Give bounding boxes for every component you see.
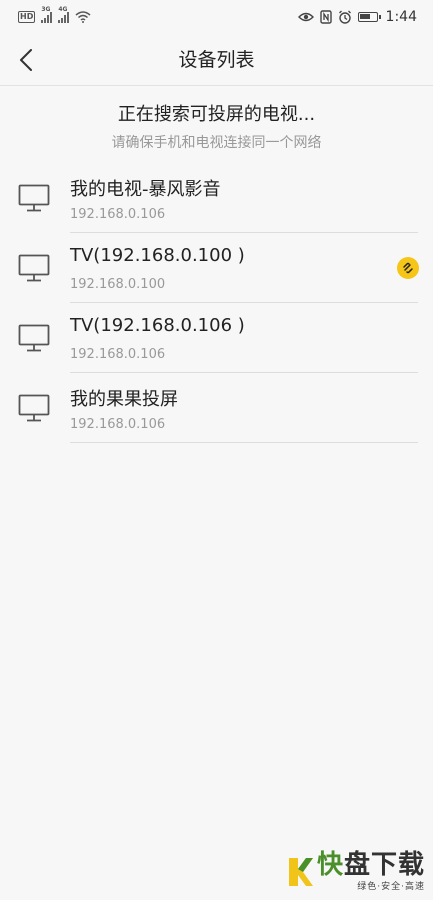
status-right: 1:44 [297,9,417,25]
tv-icon [18,394,50,422]
eye-icon [297,12,314,22]
signal-3g-icon: 3G [41,6,53,23]
tv-icon [18,324,50,352]
signal-3g-tag: 3G [41,6,51,13]
watermark-subtitle: 绿色·安全·高速 [357,882,425,892]
status-left: HD 3G 4G [18,6,91,23]
tv-icon [18,184,50,212]
app-header: 设备列表 [0,34,433,86]
device-name: TV(192.168.0.106 ) [70,315,245,336]
device-name: 我的果果投屏 [70,389,178,410]
search-status-text: 正在搜索可投屏的电视... [117,104,316,125]
device-item[interactable]: 我的果果投屏 192.168.0.106 [0,373,433,443]
battery-icon [357,12,381,22]
device-ip: 192.168.0.106 [70,207,166,222]
status-bar: HD 3G 4G 1:44 [0,0,433,34]
hd-indicator: HD [18,11,36,23]
nfc-icon [319,10,332,24]
chevron-left-icon [20,49,32,71]
page-title: 设备列表 [178,49,255,71]
device-list: 我的电视-暴风影音 192.168.0.106 TV(192.168.0.100… [0,163,433,443]
watermark-title-part2: 盘下载 [343,850,425,880]
device-item[interactable]: TV(192.168.0.106 ) 192.168.0.106 [0,303,433,373]
device-name: TV(192.168.0.100 ) [70,245,245,266]
back-button[interactable] [10,42,42,78]
watermark-logo-icon [288,857,313,886]
device-ip: 192.168.0.100 [70,277,166,292]
status-time: 1:44 [385,9,417,25]
watermark-title-part1: 快 [316,850,344,880]
watermark-title: 快盘下载 [317,851,425,879]
watermark: 快盘下载 绿色·安全·高速 [287,851,425,892]
tv-icon [18,254,50,282]
search-hint-text: 请确保手机和电视连接同一个网络 [111,135,322,151]
device-item[interactable]: TV(192.168.0.100 ) 192.168.0.100 [0,233,433,303]
device-item[interactable]: 我的电视-暴风影音 192.168.0.106 [0,163,433,233]
device-name: 我的电视-暴风影音 [70,179,221,200]
device-ip: 192.168.0.106 [70,417,166,432]
signal-4g-icon: 4G [58,6,70,23]
device-ip: 192.168.0.106 [70,347,166,362]
divider [70,442,418,443]
wifi-icon [75,11,91,23]
alarm-icon [338,10,351,24]
link-badge-icon [397,257,419,279]
watermark-text: 快盘下载 绿色·安全·高速 [317,851,425,892]
signal-4g-tag: 4G [58,6,68,13]
